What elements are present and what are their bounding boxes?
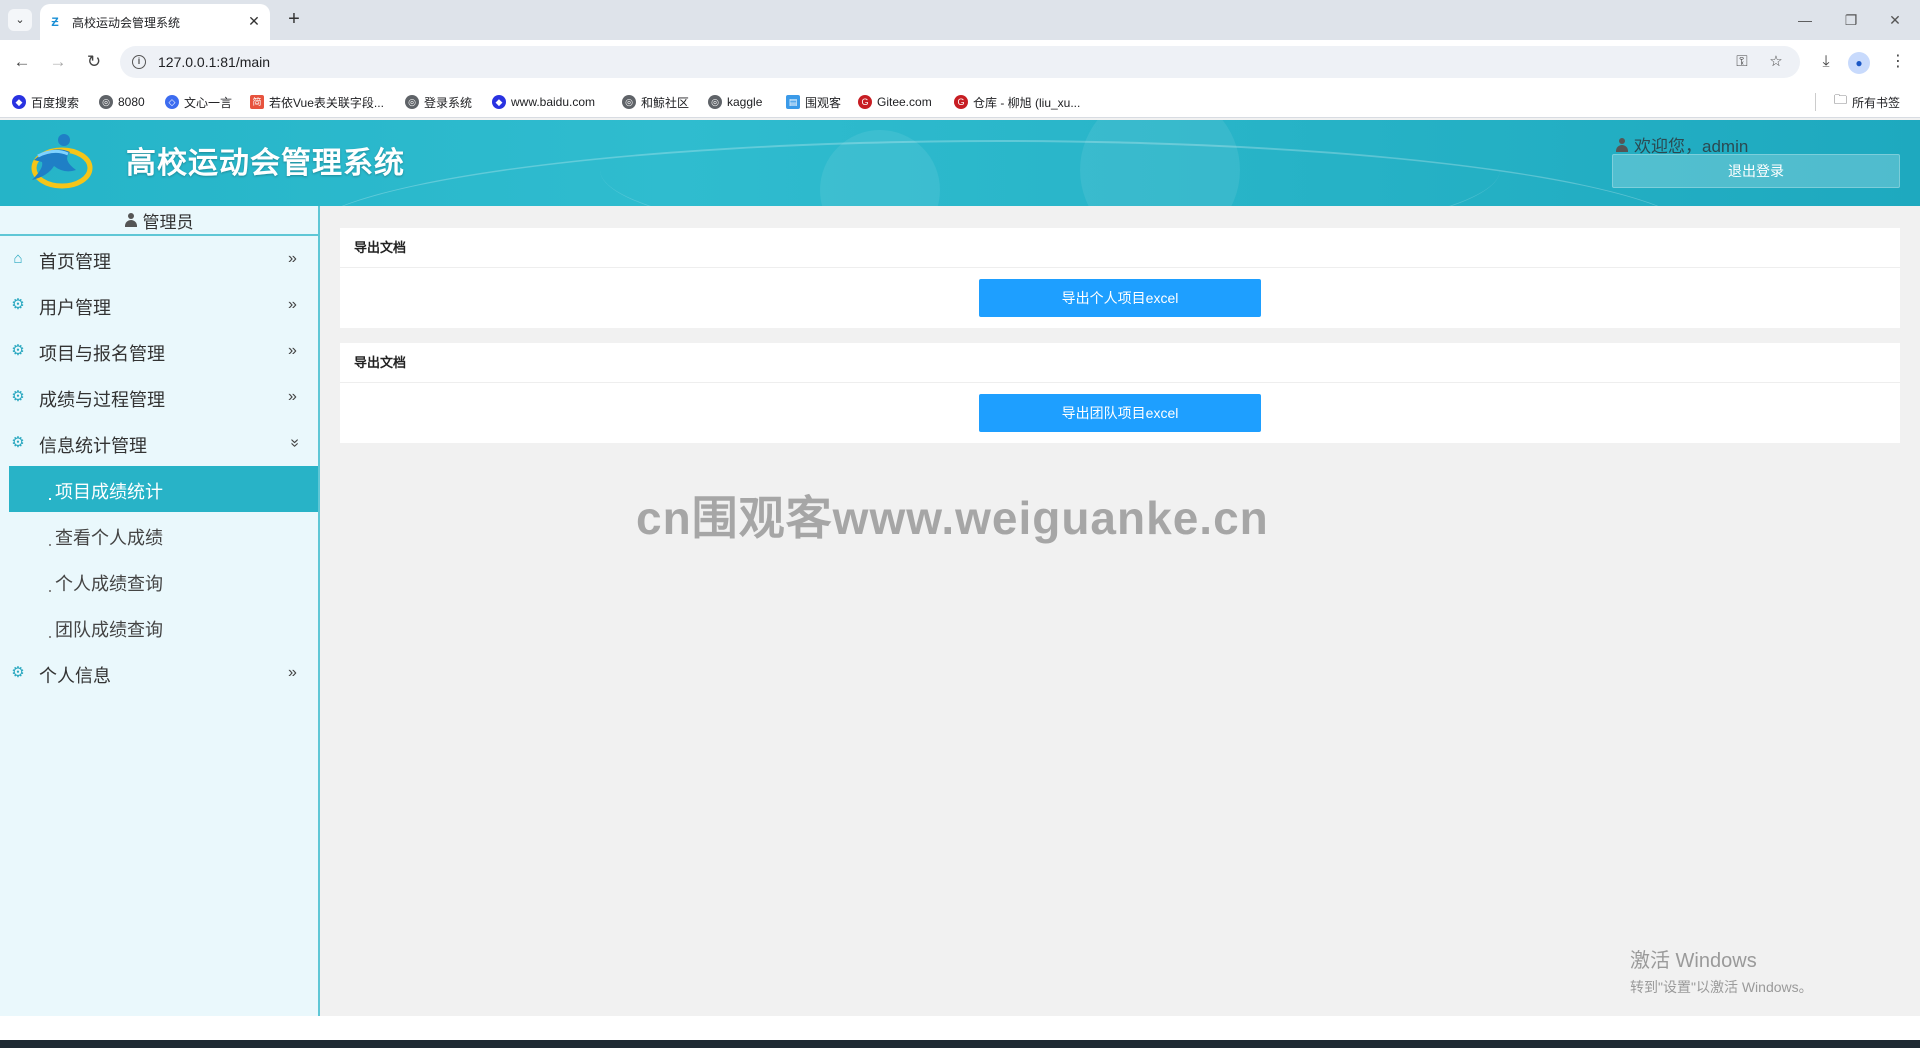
bookmark-item[interactable]: ◇ 文心一言 <box>165 93 232 111</box>
activate-subtitle: 转到"设置"以激活 Windows。 <box>1630 979 1813 995</box>
bookmark-item[interactable]: ▤ 围观客 <box>786 93 841 111</box>
sports-logo-icon <box>31 134 93 189</box>
window-close-icon[interactable]: ✕ <box>1880 8 1910 32</box>
jianshu-icon: 简 <box>250 95 264 109</box>
gear-icon: ⚙ <box>11 342 25 359</box>
export-card-personal: 导出文档 导出个人项目excel <box>340 228 1900 328</box>
globe-icon: ◎ <box>708 95 722 109</box>
browser-tab[interactable]: Ƶ 高校运动会管理系统 ✕ <box>40 4 270 40</box>
sidebar-subitem-view-personal-scores[interactable]: 查看个人成绩 <box>9 512 318 558</box>
weiguanke-icon: ▤ <box>786 95 800 109</box>
back-icon[interactable]: ← <box>10 50 34 74</box>
gitee-icon: G <box>858 95 872 109</box>
double-chevron-right-icon: » <box>288 342 297 359</box>
double-chevron-right-icon: » <box>288 664 297 681</box>
globe-icon: ◎ <box>99 95 113 109</box>
card-body: 导出个人项目excel <box>340 268 1900 328</box>
globe-icon: ◎ <box>405 95 419 109</box>
card-title: 导出文档 <box>340 343 1900 383</box>
os-taskbar <box>0 1040 1920 1048</box>
export-card-team: 导出文档 导出团队项目excel <box>340 343 1900 443</box>
sidebar-item-projects[interactable]: ⚙ 项目与报名管理 » <box>0 328 318 374</box>
baidu-icon: ◆ <box>12 95 26 109</box>
address-bar[interactable]: i 127.0.0.1:81/main ⚿ ☆ <box>120 46 1800 78</box>
header-decoration <box>600 120 1500 206</box>
app-title: 高校运动会管理系统 <box>126 147 405 180</box>
globe-icon: ◎ <box>622 95 636 109</box>
gear-icon: ⚙ <box>11 388 25 405</box>
double-chevron-down-icon: » <box>286 438 304 448</box>
bullet <box>49 498 51 500</box>
double-chevron-right-icon: » <box>288 250 297 267</box>
card-body: 导出团队项目excel <box>340 383 1900 443</box>
gear-icon: ⚙ <box>11 664 25 681</box>
user-icon <box>1616 137 1628 152</box>
bullet <box>49 590 51 592</box>
sidebar-subitem-personal-score-query[interactable]: 个人成绩查询 <box>9 558 318 604</box>
double-chevron-right-icon: » <box>288 296 297 313</box>
export-team-excel-button[interactable]: 导出团队项目excel <box>979 394 1261 432</box>
sidebar-subitem-project-stats[interactable]: 项目成绩统计 <box>9 466 318 512</box>
watermark-text: cn围观客www.weiguanke.cn <box>636 492 1269 544</box>
sidebar: 管理员 ⌂ 首页管理 » ⚙ 用户管理 » ⚙ 项目与报名管理 » ⚙ 成绩与过… <box>0 206 320 1016</box>
bookmark-item[interactable]: 简若依Vue表关联字段... <box>250 93 384 111</box>
tab-search-chevron-icon[interactable]: ⌄ <box>8 9 32 31</box>
minimize-icon[interactable]: — <box>1790 8 1820 32</box>
gitee-icon: G <box>954 95 968 109</box>
tab-favicon-icon: Ƶ <box>51 15 59 29</box>
all-bookmarks-folder[interactable]: 🗀 所有书签 <box>1834 92 1900 111</box>
baidu-icon: ◆ <box>492 95 506 109</box>
bookmark-item[interactable]: G 仓库 - 柳旭 (liu_xu... <box>954 93 1080 111</box>
app-header: 高校运动会管理系统 欢迎您，admin 退出登录 <box>0 120 1920 206</box>
password-key-icon[interactable]: ⚿ <box>1732 52 1752 72</box>
export-personal-excel-button[interactable]: 导出个人项目excel <box>979 279 1261 317</box>
bookmarks-bar: ◆ 百度搜索 ◎ 8080 ◇ 文心一言 简若依Vue表关联字段... ◎ 登录系统 ◆… <box>0 84 1920 118</box>
tab-close-icon[interactable]: ✕ <box>246 13 262 29</box>
download-icon[interactable]: ⤓ <box>1814 50 1838 74</box>
bullet <box>49 544 51 546</box>
reload-icon[interactable]: ↻ <box>82 50 106 74</box>
sidebar-item-statistics[interactable]: ⚙ 信息统计管理 » <box>0 420 318 466</box>
sidebar-item-users[interactable]: ⚙ 用户管理 » <box>0 282 318 328</box>
bookmark-item[interactable]: ◆ www.baidu.com <box>492 93 595 111</box>
gear-icon: ⚙ <box>11 434 25 451</box>
card-title: 导出文档 <box>340 228 1900 268</box>
windows-activation-notice: 激活 Windows 转到"设置"以激活 Windows。 <box>1630 944 1813 997</box>
main-content: 导出文档 导出个人项目excel 导出文档 导出团队项目excel <box>322 206 1920 1016</box>
bullet <box>49 636 51 638</box>
bookmark-item[interactable]: ◎ 8080 <box>99 93 145 111</box>
bookmark-item[interactable]: G Gitee.com <box>858 93 932 111</box>
bookmarks-divider <box>1815 93 1816 111</box>
logout-button[interactable]: 退出登录 <box>1612 154 1900 188</box>
sidebar-item-home[interactable]: ⌂ 首页管理 » <box>0 236 318 282</box>
double-chevron-right-icon: » <box>288 388 297 405</box>
user-icon <box>124 213 137 227</box>
home-icon: ⌂ <box>13 250 23 267</box>
menu-dots-icon[interactable]: ⋮ <box>1886 50 1910 74</box>
tab-title: 高校运动会管理系统 <box>72 16 181 30</box>
sidebar-item-scores[interactable]: ⚙ 成绩与过程管理 » <box>0 374 318 420</box>
bookmark-item[interactable]: ◎ kaggle <box>708 93 762 111</box>
restore-icon[interactable]: ❐ <box>1836 8 1866 32</box>
bookmark-item[interactable]: ◆ 百度搜索 <box>12 93 79 111</box>
sidebar-role-header: 管理员 <box>0 206 318 236</box>
sidebar-subitem-team-score-query[interactable]: 团队成绩查询 <box>9 604 318 650</box>
sidebar-item-profile[interactable]: ⚙ 个人信息 » <box>0 650 318 696</box>
header-decoration <box>1080 120 1240 206</box>
bookmark-star-icon[interactable]: ☆ <box>1766 52 1786 72</box>
new-tab-icon[interactable]: + <box>282 8 306 32</box>
activate-title: 激活 Windows <box>1630 950 1757 972</box>
site-info-icon[interactable]: i <box>132 55 146 69</box>
gear-icon: ⚙ <box>11 296 25 313</box>
url-text: 127.0.0.1:81/main <box>158 54 271 70</box>
browser-toolbar: ← → ↻ i 127.0.0.1:81/main ⚿ ☆ ⤓ ⋮ <box>0 40 1920 84</box>
browser-tabstrip: ⌄ Ƶ 高校运动会管理系统 ✕ + — ❐ ✕ <box>0 0 1920 40</box>
bookmark-item[interactable]: ◎ 和鲸社区 <box>622 93 689 111</box>
forward-icon[interactable]: → <box>46 50 70 74</box>
profile-avatar-icon[interactable]: ● <box>1848 52 1870 74</box>
bookmark-item[interactable]: ◎ 登录系统 <box>405 93 472 111</box>
folder-icon: 🗀 <box>1834 92 1848 107</box>
page-bottom-strip <box>0 1016 1920 1040</box>
wenxin-icon: ◇ <box>165 95 179 109</box>
